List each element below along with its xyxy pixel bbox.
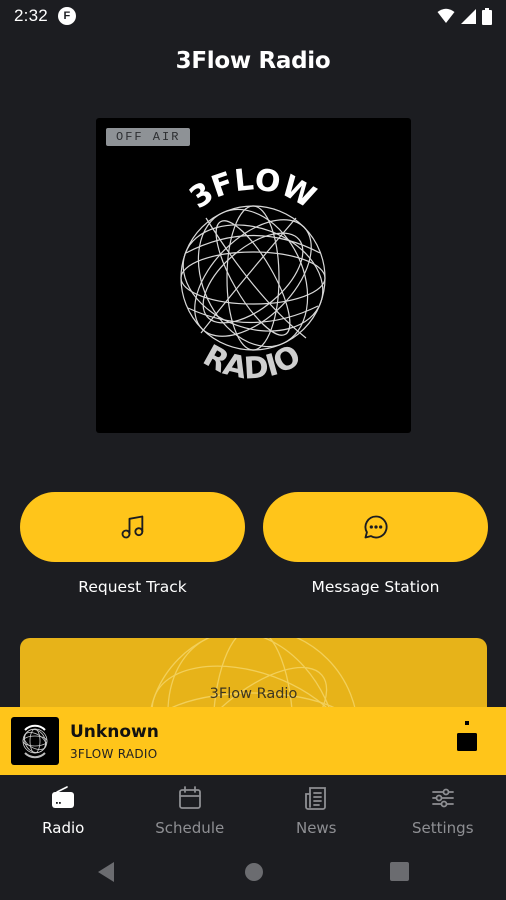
- station-logo: 3FLOW RADIO: [180, 162, 326, 387]
- nav-item-news[interactable]: News: [253, 775, 380, 847]
- request-track-button[interactable]: [20, 492, 245, 562]
- message-station-label[interactable]: Message Station: [263, 578, 488, 596]
- radio-icon: [52, 786, 75, 808]
- nav-item-radio[interactable]: Radio: [0, 775, 127, 847]
- status-time: 2:32: [14, 6, 48, 25]
- logo-top-text: 3FLOW: [184, 162, 322, 216]
- nav-item-schedule[interactable]: Schedule: [127, 775, 254, 847]
- back-icon[interactable]: [96, 861, 116, 883]
- nav-label-schedule: Schedule: [155, 819, 225, 837]
- logo-bottom-text: RADIO: [197, 338, 306, 386]
- message-station-button[interactable]: [263, 492, 488, 562]
- music-note-icon: [121, 515, 143, 539]
- now-playing-station: 3FLOW RADIO: [70, 746, 158, 761]
- off-air-badge: OFF AIR: [106, 128, 191, 146]
- nav-label-news: News: [295, 819, 337, 837]
- recents-icon[interactable]: [390, 862, 409, 881]
- home-icon[interactable]: [244, 862, 264, 882]
- system-navigation-bar: [0, 847, 506, 900]
- chat-bubble-icon: [364, 515, 387, 539]
- nav-label-settings: Settings: [411, 819, 474, 837]
- request-track-label[interactable]: Request Track: [20, 578, 245, 596]
- mini-player-artwork: [11, 717, 59, 765]
- nav-label-radio: Radio: [42, 819, 85, 837]
- wifi-icon: [437, 8, 455, 23]
- globe-icon: [22, 724, 48, 759]
- now-playing-title: Unknown: [70, 721, 159, 742]
- bottom-nav: Radio Schedule News Settings: [0, 775, 506, 847]
- mini-player[interactable]: Unknown 3FLOW RADIO: [0, 707, 506, 775]
- station-artwork: 3FLOW RADIO OFF AIR: [96, 118, 411, 433]
- app-notification-icon: F: [57, 7, 76, 25]
- status-bar: 2:32 F: [0, 0, 506, 32]
- sliders-icon: [431, 788, 454, 808]
- status-icons: [437, 7, 492, 25]
- stop-icon[interactable]: [452, 721, 482, 761]
- nav-item-settings[interactable]: Settings: [380, 775, 506, 847]
- signal-icon: [461, 8, 476, 24]
- battery-icon: [482, 7, 492, 25]
- page-title: 3Flow Radio: [175, 48, 331, 74]
- newspaper-icon: [305, 787, 327, 810]
- calendar-icon: [178, 786, 201, 809]
- station-card-name: 3Flow Radio: [209, 686, 298, 702]
